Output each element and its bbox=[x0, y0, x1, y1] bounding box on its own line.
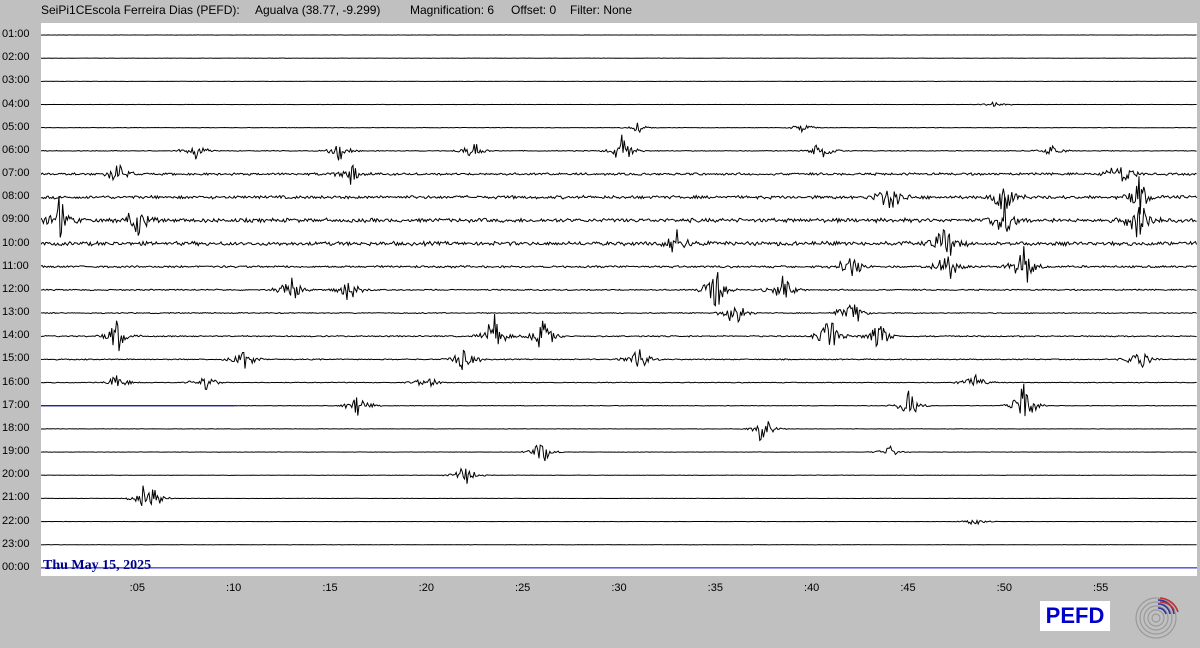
hour-label: 10:00 bbox=[2, 236, 30, 249]
hour-label: 07:00 bbox=[2, 167, 30, 180]
trace-1800 bbox=[41, 421, 1197, 442]
trace-1200 bbox=[41, 271, 1197, 307]
location-label: Agualva (38.77, -9.299) bbox=[255, 3, 381, 17]
trace-0600 bbox=[41, 134, 1197, 161]
hour-label: 21:00 bbox=[2, 491, 30, 504]
hour-label: 09:00 bbox=[2, 213, 30, 226]
hour-label: 15:00 bbox=[2, 352, 30, 365]
station-logo: PEFD bbox=[1040, 601, 1110, 631]
station-name: SeiPi1CEscola Ferreira Dias (PEFD): bbox=[41, 3, 240, 17]
minute-tick-label: :15 bbox=[322, 582, 338, 594]
trace-1300 bbox=[41, 303, 1197, 324]
minute-tick-label: :50 bbox=[996, 582, 1012, 594]
hour-label: 22:00 bbox=[2, 514, 30, 527]
hour-label: 06:00 bbox=[2, 143, 30, 156]
trace-1700 bbox=[41, 383, 1197, 417]
hour-label: 17:00 bbox=[2, 398, 30, 411]
hour-label: 00:00 bbox=[2, 560, 30, 573]
hour-label: 12:00 bbox=[2, 282, 30, 295]
filter-label: Filter: None bbox=[570, 3, 633, 17]
header-bar: SeiPi1CEscola Ferreira Dias (PEFD): Agua… bbox=[0, 0, 1200, 22]
hour-label: 04:00 bbox=[2, 97, 30, 110]
hour-label: 03:00 bbox=[2, 74, 30, 87]
minute-tick-label: :35 bbox=[707, 582, 723, 594]
trace-1500 bbox=[41, 349, 1197, 371]
minute-tick-label: :45 bbox=[900, 582, 916, 594]
hour-label: 19:00 bbox=[2, 445, 30, 458]
hour-label: 13:00 bbox=[2, 306, 30, 319]
hour-label: 11:00 bbox=[2, 259, 29, 272]
hour-label: 23:00 bbox=[2, 537, 30, 550]
trace-0800 bbox=[41, 176, 1197, 215]
trace-0400 bbox=[41, 101, 1197, 107]
date-label: Thu May 15, 2025 bbox=[43, 558, 152, 573]
hour-label: 02:00 bbox=[2, 51, 30, 64]
seismic-emblem-icon bbox=[1135, 597, 1179, 639]
minute-tick-label: :20 bbox=[418, 582, 434, 594]
hour-label: 18:00 bbox=[2, 421, 30, 434]
hour-label: 20:00 bbox=[2, 468, 30, 481]
magnification-label: Magnification: 6 bbox=[410, 3, 495, 17]
minute-tick-label: :25 bbox=[515, 582, 531, 594]
hour-label: 01:00 bbox=[2, 28, 30, 40]
hour-label: 14:00 bbox=[2, 329, 30, 342]
trace-2200 bbox=[41, 519, 1197, 526]
minute-tick-label: :30 bbox=[611, 582, 627, 594]
minute-tick-label: :10 bbox=[226, 582, 242, 594]
minute-tick-label: :05 bbox=[129, 582, 145, 594]
seismogram-traces bbox=[41, 34, 1197, 569]
trace-1900 bbox=[41, 444, 1197, 462]
offset-label: Offset: 0 bbox=[511, 3, 557, 17]
trace-2000 bbox=[41, 467, 1197, 484]
hour-label: 16:00 bbox=[2, 375, 30, 388]
minute-tick-label: :40 bbox=[804, 582, 820, 594]
trace-0700 bbox=[41, 163, 1197, 185]
hour-label: 08:00 bbox=[2, 190, 30, 203]
hour-label: 05:00 bbox=[2, 120, 30, 133]
trace-1100 bbox=[41, 246, 1197, 283]
trace-0900 bbox=[41, 195, 1197, 238]
trace-0500 bbox=[41, 122, 1197, 134]
trace-1400 bbox=[41, 314, 1197, 352]
trace-2100 bbox=[41, 485, 1197, 507]
minute-tick-label: :55 bbox=[1093, 582, 1109, 594]
